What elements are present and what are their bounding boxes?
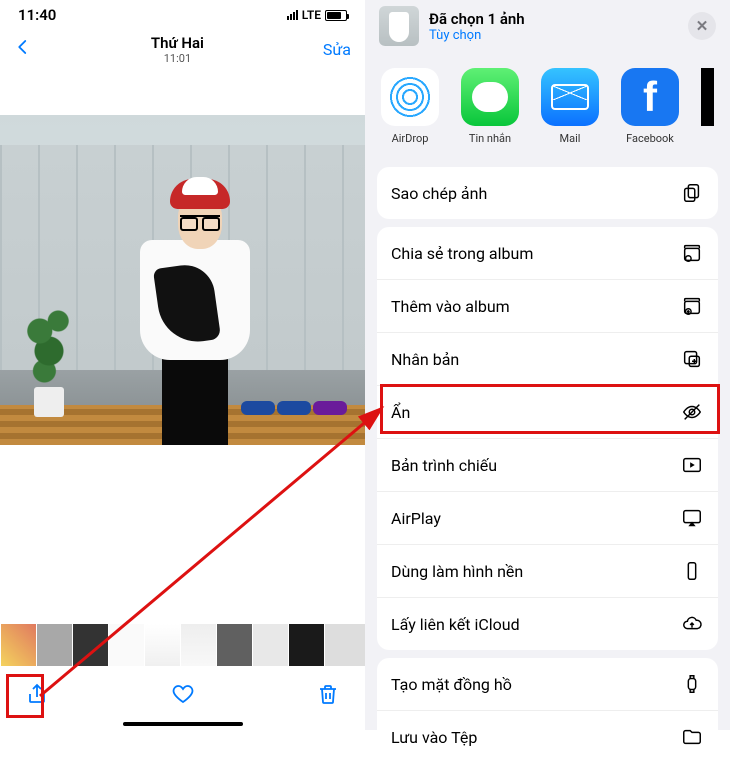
app-facebook[interactable]: f Facebook <box>621 68 679 145</box>
sheet-header: Đã chọn 1 ảnh Tùy chọn ✕ <box>365 0 730 50</box>
slideshow-icon <box>680 453 704 477</box>
action-row-hide[interactable]: Ẩn <box>377 386 718 439</box>
app-messages[interactable]: Tin nhắn <box>461 68 519 145</box>
action-label: Bản trình chiếu <box>391 456 497 475</box>
close-button[interactable]: ✕ <box>688 12 716 40</box>
airplay-icon <box>680 506 704 530</box>
thumb[interactable] <box>324 624 365 666</box>
action-row-slideshow[interactable]: Bản trình chiếu <box>377 439 718 492</box>
tiktok-icon <box>701 68 714 126</box>
app-label: AirDrop <box>392 132 429 145</box>
action-row-airplay[interactable]: AirPlay <box>377 492 718 545</box>
sheet-title: Đã chọn 1 ảnh <box>429 10 678 28</box>
files-icon <box>680 725 704 749</box>
app-label: Tin nhắn <box>469 132 511 145</box>
app-tiktok[interactable] <box>701 68 714 145</box>
share-button[interactable] <box>24 681 50 707</box>
photo-viewer[interactable] <box>0 71 365 445</box>
action-group: Sao chép ảnh <box>377 167 718 219</box>
action-row-shared-album[interactable]: Chia sẻ trong album <box>377 227 718 280</box>
action-row-copy[interactable]: Sao chép ảnh <box>377 167 718 219</box>
action-label: Tạo mặt đồng hồ <box>391 675 512 694</box>
wallpaper-icon <box>680 559 704 583</box>
action-row-wallpaper[interactable]: Dùng làm hình nền <box>377 545 718 598</box>
action-label: AirPlay <box>391 509 441 528</box>
status-right: LTE <box>287 8 347 22</box>
status-bar: 11:40 LTE <box>0 0 365 26</box>
favorite-button[interactable] <box>170 681 196 707</box>
photo-content <box>0 115 365 445</box>
action-row-add-album[interactable]: Thêm vào album <box>377 280 718 333</box>
home-indicator[interactable] <box>123 722 243 726</box>
share-apps-row[interactable]: AirDrop Tin nhắn Mail f Facebook <box>365 50 730 159</box>
thumb[interactable] <box>108 624 144 666</box>
app-label: Facebook <box>626 132 674 145</box>
thumb[interactable] <box>252 624 288 666</box>
network-label: LTE <box>302 8 321 22</box>
bottom-toolbar <box>0 674 365 714</box>
mail-icon <box>541 68 599 126</box>
back-button[interactable] <box>14 37 32 62</box>
page-subtitle: 11:01 <box>151 52 204 65</box>
app-label: Mail <box>560 132 581 145</box>
thumb[interactable] <box>0 624 36 666</box>
duplicate-icon <box>680 347 704 371</box>
action-label: Sao chép ảnh <box>391 184 487 203</box>
photos-detail-screen: 11:40 LTE Thứ Hai 11:01 Sửa <box>0 0 365 730</box>
action-label: Thêm vào album <box>391 297 510 316</box>
app-mail[interactable]: Mail <box>541 68 599 145</box>
thumbnail-strip[interactable] <box>0 624 365 666</box>
watch-face-icon <box>680 672 704 696</box>
add-album-icon <box>680 294 704 318</box>
signal-icon <box>287 10 298 20</box>
messages-icon <box>461 68 519 126</box>
shared-album-icon <box>680 241 704 265</box>
icloud-link-icon <box>680 612 704 636</box>
thumb[interactable] <box>216 624 252 666</box>
facebook-icon: f <box>621 68 679 126</box>
action-label: Lưu vào Tệp <box>391 728 477 747</box>
trash-button[interactable] <box>315 681 341 707</box>
thumb[interactable] <box>180 624 216 666</box>
action-row-icloud-link[interactable]: Lấy liên kết iCloud <box>377 598 718 650</box>
action-label: Ẩn <box>391 403 410 422</box>
copy-icon <box>680 181 704 205</box>
sheet-options-link[interactable]: Tùy chọn <box>429 28 678 43</box>
action-group: Chia sẻ trong album Thêm vào album Nhân bả… <box>377 227 718 650</box>
status-time: 11:40 <box>18 6 56 24</box>
sheet-thumbnail <box>379 6 419 46</box>
thumb[interactable] <box>36 624 72 666</box>
hide-icon <box>680 400 704 424</box>
thumb[interactable] <box>288 624 324 666</box>
battery-icon <box>325 10 347 21</box>
nav-bar: Thứ Hai 11:01 Sửa <box>0 26 365 71</box>
thumb[interactable] <box>144 624 180 666</box>
action-row-duplicate[interactable]: Nhân bản <box>377 333 718 386</box>
action-group: Tạo mặt đồng hồ Lưu vào Tệp <box>377 658 718 763</box>
edit-button[interactable]: Sửa <box>323 40 351 59</box>
thumb[interactable] <box>72 624 108 666</box>
app-airdrop[interactable]: AirDrop <box>381 68 439 145</box>
page-title: Thứ Hai <box>151 34 204 52</box>
airdrop-icon <box>381 68 439 126</box>
share-sheet: Đã chọn 1 ảnh Tùy chọn ✕ AirDrop Tin nhắ… <box>365 0 730 730</box>
action-label: Dùng làm hình nền <box>391 562 523 581</box>
action-label: Lấy liên kết iCloud <box>391 615 520 634</box>
action-label: Nhân bản <box>391 350 459 369</box>
action-row-watch-face[interactable]: Tạo mặt đồng hồ <box>377 658 718 711</box>
action-label: Chia sẻ trong album <box>391 244 533 263</box>
action-row-files[interactable]: Lưu vào Tệp <box>377 711 718 763</box>
